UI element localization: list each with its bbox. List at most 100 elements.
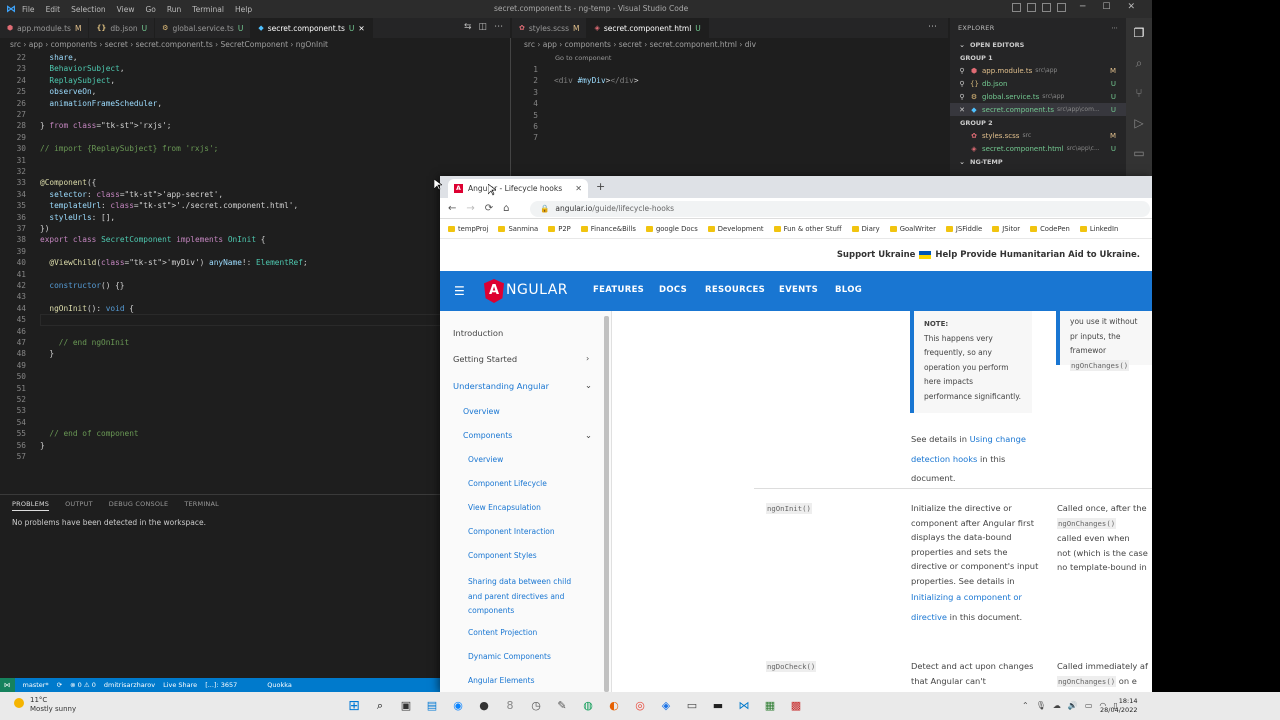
bookmark-item[interactable]: Sanmina <box>498 225 538 233</box>
monitor-icon[interactable]: ▭ <box>1085 701 1093 710</box>
code-line[interactable]: share, <box>40 52 77 63</box>
files-icon[interactable]: ▭ <box>683 697 701 715</box>
sidebar-component-interaction[interactable]: Component Interaction <box>468 527 555 536</box>
firefox-icon[interactable]: ◐ <box>605 697 623 715</box>
maximize-icon[interactable]: ☐ <box>1102 2 1110 12</box>
windows-start-icon[interactable]: ⊞ <box>345 697 363 715</box>
sidebar-component-styles[interactable]: Component Styles <box>468 551 537 560</box>
bookmark-item[interactable]: P2P <box>548 225 571 233</box>
code-line[interactable]: observeOn, <box>40 86 96 97</box>
go-to-component-link[interactable]: Go to component <box>555 54 611 62</box>
remote-icon[interactable]: ⋈ <box>0 678 15 692</box>
tab-output[interactable]: OUTPUT <box>65 500 93 511</box>
code-line[interactable]: ReplaySubject, <box>40 75 115 86</box>
breadcrumb-right[interactable]: src › app › components › secret › secret… <box>524 40 944 52</box>
tab-secret-component-ts[interactable]: ◆ secret.component.ts U ✕ <box>251 18 373 38</box>
live-share-button[interactable]: Live Share <box>163 681 197 689</box>
left-editor[interactable]: 22 share, 23 BehaviorSubject, 24 ReplaySub… <box>0 52 510 492</box>
chevron-down-icon[interactable]: ⌄ <box>585 380 592 390</box>
tab-secret-component-html[interactable]: ◈ secret.component.html U <box>587 18 709 38</box>
app-icon[interactable]: ▦ <box>761 697 779 715</box>
app-icon[interactable]: 8 <box>501 697 519 715</box>
angular-brand[interactable]: NGULAR <box>506 282 568 298</box>
more-actions-icon[interactable]: ⋯ <box>928 22 937 32</box>
nav-resources[interactable]: RESOURCES <box>705 285 765 295</box>
mic-icon[interactable]: 🎙 <box>1036 701 1046 710</box>
open-editor-item[interactable]: ⚲ ⚙ global.service.ts src\app U <box>950 90 1126 103</box>
code-line[interactable]: } <box>40 440 45 451</box>
right-editor[interactable]: 1 2 <div #myDiv></div> 3 4 5 6 7 <box>512 64 948 174</box>
group1-header[interactable]: GROUP 1 <box>950 51 1126 64</box>
toggle-sidebar-icon[interactable] <box>1012 3 1021 12</box>
more-actions-icon[interactable]: ⋯ <box>494 22 503 32</box>
bookmark-item[interactable]: tempProj <box>448 225 488 233</box>
chevron-right-icon[interactable]: › <box>586 353 589 363</box>
sync-icon[interactable]: ⟳ <box>57 681 62 689</box>
tab-app-module[interactable]: ⬢ app.module.ts M <box>0 18 90 38</box>
files-icon[interactable]: ❐ <box>1126 18 1152 48</box>
github-icon[interactable]: ● <box>475 697 493 715</box>
code-line[interactable]: // end ngOnInit <box>40 337 129 348</box>
address-bar[interactable]: 🔒 angular.io/guide/lifecycle-hooks <box>530 201 1150 217</box>
bookmark-item[interactable]: JSFiddle <box>945 225 982 233</box>
code-line[interactable]: export class SecretComponent implements … <box>40 234 265 245</box>
quokka-status[interactable]: Quokka <box>267 681 292 689</box>
sidebar-component-lifecycle[interactable]: Component Lifecycle <box>468 479 547 488</box>
sidebar-content-projection[interactable]: Content Projection <box>468 628 537 637</box>
tab-global-service[interactable]: ⚙ global.service.ts U <box>155 18 252 38</box>
menu-view[interactable]: View <box>117 5 135 14</box>
home-icon[interactable]: ⌂ <box>503 203 509 214</box>
nav-docs[interactable]: DOCS <box>659 285 687 295</box>
toggle-panel-icon[interactable] <box>1027 3 1036 12</box>
close-icon[interactable]: ✕ <box>1128 2 1136 12</box>
problems-status[interactable]: ⊗ 0 ⚠ 0 <box>70 681 96 689</box>
task-view-icon[interactable]: ▣ <box>397 697 415 715</box>
pen-app-icon[interactable]: ✎ <box>553 697 571 715</box>
code-line[interactable]: BehaviorSubject, <box>40 63 124 74</box>
code-line[interactable]: <div #myDiv></div> <box>554 75 639 86</box>
ng-temp-header[interactable]: ⌄ NG-TEMP <box>950 155 1126 168</box>
run-debug-icon[interactable]: ▷ <box>1126 108 1152 138</box>
sidebar-sharing-data[interactable]: Sharing data between child and parent di… <box>468 575 584 619</box>
volume-icon[interactable]: 🔊 <box>1068 701 1078 710</box>
chrome-icon[interactable]: ◎ <box>631 697 649 715</box>
editor-split-divider[interactable] <box>510 38 511 178</box>
open-editors-header[interactable]: ⌄ OPEN EDITORS <box>950 38 1126 51</box>
edge-icon[interactable]: ◉ <box>449 697 467 715</box>
tab-db-json[interactable]: {} db.json U <box>89 18 156 38</box>
code-line[interactable]: } from class="tk-st">'rxjs'; <box>40 120 171 131</box>
chrome-dev-icon[interactable]: ◍ <box>579 697 597 715</box>
search-icon[interactable]: ⌕ <box>1126 48 1152 78</box>
bookmark-item[interactable]: Finance&Bills <box>580 225 636 233</box>
back-icon[interactable]: ← <box>448 203 456 214</box>
menu-edit[interactable]: Edit <box>46 5 61 14</box>
bookmark-item[interactable]: JSitor <box>992 225 1020 233</box>
code-line[interactable]: selector: class="tk-st">'app-secret', <box>40 189 223 200</box>
store-icon[interactable]: ▤ <box>423 697 441 715</box>
cursor-position[interactable]: [...]: 3657 <box>205 681 237 689</box>
sidebar-components[interactable]: Components <box>463 431 512 440</box>
open-editor-item[interactable]: ◈ secret.component.html src\app\c... U <box>950 142 1126 155</box>
menu-terminal[interactable]: Terminal <box>192 5 224 14</box>
search-icon[interactable]: ⌕ <box>371 697 389 715</box>
close-tab-icon[interactable]: ✕ <box>575 184 582 193</box>
menu-file[interactable]: File <box>22 5 35 14</box>
code-line[interactable]: // end of component <box>40 428 138 439</box>
bookmark-item[interactable]: Fun & other Stuff <box>773 225 842 233</box>
nav-features[interactable]: FEATURES <box>593 285 644 295</box>
remote-explorer-icon[interactable]: ▭ <box>1126 138 1152 168</box>
vscode-icon[interactable]: ⋈ <box>735 697 753 715</box>
terminal-icon[interactable]: ▬ <box>709 697 727 715</box>
sidebar-introduction[interactable]: Introduction <box>453 328 503 338</box>
clock[interactable]: 18:14 28/04/2022 <box>1100 697 1137 715</box>
split-editor-icon[interactable]: ◫ <box>479 22 488 32</box>
close-tab-icon[interactable]: ✕ <box>358 24 364 33</box>
code-line[interactable]: @ViewChild(class="tk-st">'myDiv') anyNam… <box>40 257 307 268</box>
sidebar-dynamic-components[interactable]: Dynamic Components <box>468 652 551 661</box>
breadcrumb-left[interactable]: src › app › components › secret › secret… <box>10 40 510 52</box>
tab-problems[interactable]: PROBLEMS <box>12 500 50 511</box>
sidebar-components-overview[interactable]: Overview <box>468 455 503 464</box>
minimize-icon[interactable]: ─ <box>1080 2 1085 12</box>
sidebar-view-encapsulation[interactable]: View Encapsulation <box>468 503 541 512</box>
new-tab-icon[interactable]: + <box>596 180 605 193</box>
